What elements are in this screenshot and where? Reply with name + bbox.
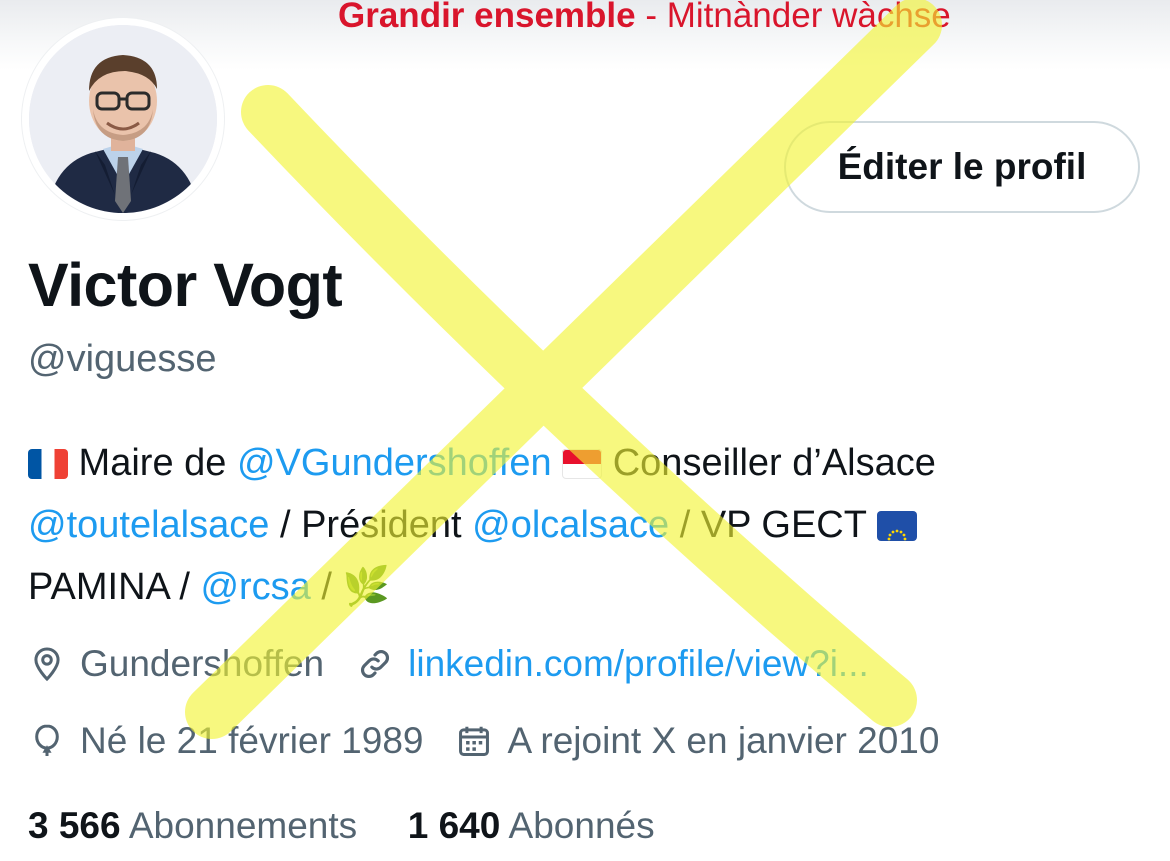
banner-slogan: Grandir ensemble - Mitnànder wàchse	[338, 0, 951, 38]
mention-toutelalsace[interactable]: @toutelalsace	[28, 504, 269, 546]
location-pin-icon	[34, 647, 60, 682]
profile-birthdate: Né le 21 février 1989	[80, 720, 424, 761]
avatar-photo	[29, 25, 217, 213]
france-flag-icon	[28, 449, 68, 479]
bio-text: Conseiller d’Alsace	[602, 442, 936, 484]
profile-name: Victor Vogt	[28, 251, 343, 319]
mention-olcalsace[interactable]: @olcalsace	[472, 504, 669, 546]
calendar-icon	[459, 726, 490, 756]
bio-line-2: @toutelalsace / Président @olcalsace / V…	[28, 494, 1148, 556]
profile-bio: Maire de @VGundershoffen Conseiller d’Al…	[28, 432, 1148, 618]
followers-label: Abonnés	[500, 805, 655, 846]
profile-website-link[interactable]: linkedin.com/profile/view?i...	[408, 643, 869, 685]
profile-stats: 3 566 Abonnements 1 640 Abonnés	[28, 805, 655, 847]
following-count: 3 566	[28, 805, 121, 846]
profile-meta-row-2: Né le 21 février 1989 A rejoint X en jan…	[28, 720, 939, 762]
eu-flag-icon	[876, 511, 917, 541]
bio-text: PAMINA /	[28, 566, 201, 608]
profile-handle: @viguesse	[28, 338, 217, 380]
balloon-icon	[35, 724, 59, 757]
mention-vgundershoffen[interactable]: @VGundershoffen	[237, 442, 552, 484]
followers-count: 1 640	[407, 805, 501, 846]
banner-slogan-bold: Grandir ensemble	[338, 0, 636, 35]
bio-text: / Président	[269, 504, 473, 546]
bio-text	[552, 442, 563, 484]
avatar[interactable]	[22, 18, 224, 220]
bio-text: / VP GECT	[669, 504, 877, 546]
profile-location: Gundershoffen	[80, 643, 325, 684]
followers-link[interactable]: 1 640 Abonnés	[408, 805, 655, 846]
link-icon	[361, 650, 390, 678]
bio-line-3: PAMINA / @rcsa / 🌿	[28, 556, 1148, 618]
profile-joined-date: A rejoint X en janvier 2010	[507, 720, 940, 761]
profile-meta-row-1: Gundershoffen linkedin.com/profile/view?…	[28, 643, 869, 685]
alsace-flag-icon	[562, 449, 603, 479]
following-label: Abonnements	[120, 805, 358, 846]
bio-text: Maire de	[68, 442, 237, 484]
edit-profile-button[interactable]: Éditer le profil	[784, 121, 1140, 213]
herb-emoji-icon: 🌿	[342, 566, 390, 608]
profile-photo-icon	[29, 25, 217, 213]
bio-line-1: Maire de @VGundershoffen Conseiller d’Al…	[28, 432, 1148, 494]
following-link[interactable]: 3 566 Abonnements	[28, 805, 357, 846]
mention-rcsa[interactable]: @rcsa	[200, 566, 310, 608]
banner-slogan-rest: - Mitnànder wàchse	[635, 0, 951, 35]
bio-text: /	[310, 566, 343, 608]
